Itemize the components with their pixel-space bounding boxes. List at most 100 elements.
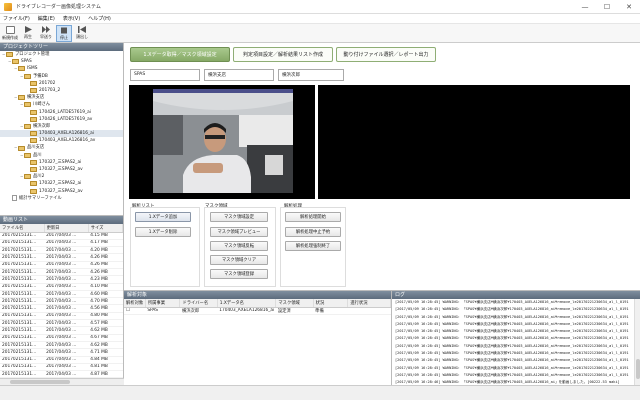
file-name-cell: 20170215131... xyxy=(0,275,45,284)
table-row[interactable]: 20170215131... 2017/04/03 ... 4.57 MB xyxy=(0,319,123,328)
video-preview-right[interactable] xyxy=(318,85,630,199)
file-date-cell: 2017/04/03 ... xyxy=(44,290,89,299)
tree-node[interactable]: 170403_AXELA126816_ai xyxy=(0,130,123,138)
menu-view[interactable]: 表示(V) xyxy=(63,15,80,22)
reserve-stop-button[interactable]: 解析処理中止予約 xyxy=(285,227,341,237)
tree-node-label: 総計サマリーファイル xyxy=(19,195,62,201)
tree-node[interactable]: 170426_LATDE57619_ai xyxy=(0,109,123,116)
table-row[interactable]: 20170215131... 2017/04/03 ... 4.56 MB xyxy=(0,304,123,313)
folder-icon xyxy=(24,174,31,180)
table-row[interactable]: 20170215131... 2017/04/03 ... 4.67 MB xyxy=(0,334,123,342)
tree-node[interactable]: 170426_LATDE57619_av xyxy=(0,116,123,123)
minimize-button[interactable]: — xyxy=(574,3,596,11)
col-filename[interactable]: ファイル名 xyxy=(0,224,45,233)
table-row[interactable]: ☐ SPAS 横浜次郎 170403_AXELA126816_ai 設定済 準備 xyxy=(124,307,391,315)
folder-icon xyxy=(24,102,31,108)
table-row[interactable]: 20170215131... 2017/04/03 ... 4.20 MB xyxy=(0,246,123,255)
file-date-cell: 2017/04/03 ... xyxy=(44,239,89,248)
mask-clear-button[interactable]: マスク領域クリア xyxy=(210,255,268,265)
table-row[interactable]: 20170215131... 2017/04/03 ... 4.84 MB xyxy=(0,356,123,364)
video-preview-left[interactable] xyxy=(129,85,315,199)
scroll-thumb[interactable] xyxy=(10,380,70,384)
tree-node[interactable]: − 品川2 xyxy=(0,173,123,180)
maximize-button[interactable]: ☐ xyxy=(596,3,618,11)
tree-node[interactable]: − 横浜次郎 xyxy=(0,123,123,130)
col-driver[interactable]: ドライバー名 xyxy=(179,299,218,308)
table-row[interactable]: 20170215131... 2017/04/03 ... 4.87 MB xyxy=(0,370,123,379)
col-status[interactable]: 状況 xyxy=(313,299,349,308)
tree-node[interactable]: 170403_AXELA126816_av xyxy=(0,137,123,144)
tree-node[interactable]: 170327_三SPAS2_av xyxy=(0,188,123,195)
tab-data-mask[interactable]: 1.Xデータ取得／マスク領域設定 xyxy=(130,47,230,62)
tree-node[interactable]: 170327_三SPAS2_ai xyxy=(0,180,123,187)
start-process-button[interactable]: 解析処理開始 xyxy=(285,212,341,222)
mask-preview-button[interactable]: マスク領域プレビュー xyxy=(210,227,268,237)
add-data-button[interactable]: 1.Xデータ追加 xyxy=(135,212,191,222)
tree-node[interactable]: 201702 xyxy=(0,80,123,87)
branch-field[interactable]: 横浜支店 xyxy=(204,69,274,81)
log-scrollbar[interactable] xyxy=(634,299,640,386)
tree-node[interactable]: − 品川 xyxy=(0,152,123,159)
stop-button[interactable]: 停止 xyxy=(56,24,72,42)
force-stop-button[interactable]: 解析処理強制終了 xyxy=(285,241,341,251)
col-updated[interactable]: 更新日 xyxy=(44,224,89,233)
tree-node[interactable]: 201703_2 xyxy=(0,87,123,94)
tree-node[interactable]: − 横浜支店 xyxy=(0,94,123,101)
rewind-icon xyxy=(78,25,86,33)
col-company[interactable]: 所属事業 xyxy=(145,299,181,308)
analysis-target-header: 解析対象 xyxy=(124,291,391,299)
target-checkbox[interactable]: ☐ xyxy=(124,307,146,315)
table-row[interactable]: 20170215131... 2017/04/03 ... 4.15 MB xyxy=(0,232,123,240)
folder-icon xyxy=(30,181,37,187)
col-data-name[interactable]: 1.Xデータ名 xyxy=(217,299,277,308)
menu-edit[interactable]: 編集(E) xyxy=(38,15,55,22)
toolbar: 新規作成 再生 早送り 停止 頭出し xyxy=(0,24,640,43)
company-field[interactable]: SPAS xyxy=(130,69,200,81)
mask-invert-button[interactable]: マスク領域反転 xyxy=(210,241,268,251)
table-row[interactable]: 20170215131... 2017/04/03 ... 4.26 MB xyxy=(0,253,123,262)
col-mask[interactable]: マスク領域 xyxy=(275,299,314,308)
tab-judgment-settings[interactable]: 判定項目設定／解析結果リスト作成 xyxy=(233,47,333,62)
table-row[interactable]: 20170215131... 2017/04/03 ... 4.81 MB xyxy=(0,363,123,372)
table-row[interactable]: 20170215131... 2017/04/03 ... 4.17 MB xyxy=(0,239,123,248)
table-row[interactable]: 20170215131... 2017/04/03 ... 4.80 MB xyxy=(0,312,123,321)
menu-file[interactable]: ファイル(F) xyxy=(3,15,30,22)
rewind-button[interactable]: 頭出し xyxy=(74,25,90,42)
tree-node[interactable]: − プロジェクト管理 xyxy=(0,51,123,58)
menu-help[interactable]: ヘルプ(H) xyxy=(88,15,111,22)
scroll-thumb[interactable] xyxy=(636,359,640,379)
table-row[interactable]: 20170215131... 2017/04/03 ... 4.26 MB xyxy=(0,261,123,270)
close-button[interactable]: ✕ xyxy=(618,3,640,11)
fast-forward-button[interactable]: 早送り xyxy=(38,25,54,42)
tab-report-output[interactable]: 動り付けファイル選択／レポート出力 xyxy=(336,47,436,62)
play-button[interactable]: 再生 xyxy=(20,25,36,42)
file-size-cell: 4.67 MB xyxy=(88,334,123,342)
tree-node[interactable]: − ISMS xyxy=(0,65,123,72)
table-row[interactable]: 20170215131... 2017/04/03 ... 4.26 MB xyxy=(0,268,123,277)
mask-register-button[interactable]: マスク領域登録 xyxy=(210,269,268,279)
tree-header: プロジェクトツリー xyxy=(0,43,123,51)
tree-node[interactable]: 170327_三SPAS2_ai xyxy=(0,159,123,166)
tree-node[interactable]: 総計サマリーファイル xyxy=(0,195,123,202)
col-target[interactable]: 解析対象 xyxy=(124,299,146,308)
tree-node[interactable]: − 予備DB xyxy=(0,73,123,80)
table-row[interactable]: 20170215131... 2017/04/03 ... 4.10 MB xyxy=(0,283,123,291)
table-row[interactable]: 20170215131... 2017/04/03 ... 4.60 MB xyxy=(0,290,123,299)
stop-icon xyxy=(61,27,67,33)
tree-node[interactable]: − 品川支店 xyxy=(0,144,123,151)
col-progress[interactable]: 進行状況 xyxy=(347,299,391,308)
table-row[interactable]: 20170215131... 2017/04/03 ... 4.70 MB xyxy=(0,297,123,306)
table-row[interactable]: 20170215131... 2017/04/03 ... 4.71 MB xyxy=(0,348,123,357)
table-row[interactable]: 20170215131... 2017/04/03 ... 4.62 MB xyxy=(0,326,123,335)
tree-node[interactable]: 170327_三SPAS2_av xyxy=(0,166,123,173)
delete-data-button[interactable]: 1.Xデータ削除 xyxy=(135,227,191,237)
file-list-hscrollbar[interactable] xyxy=(0,378,124,385)
tree-node[interactable]: − 川崎さん xyxy=(0,101,123,108)
mask-set-button[interactable]: マスク領域設定 xyxy=(210,212,268,222)
tree-node[interactable]: − SPAS xyxy=(0,58,123,65)
table-row[interactable]: 20170215131... 2017/04/03 ... 4.23 MB xyxy=(0,275,123,284)
table-row[interactable]: 20170215131... 2017/04/03 ... 4.62 MB xyxy=(0,341,123,350)
driver-field[interactable]: 横浜次郎 xyxy=(278,69,344,81)
col-size[interactable]: サイズ xyxy=(88,224,124,233)
new-button[interactable]: 新規作成 xyxy=(2,25,18,42)
